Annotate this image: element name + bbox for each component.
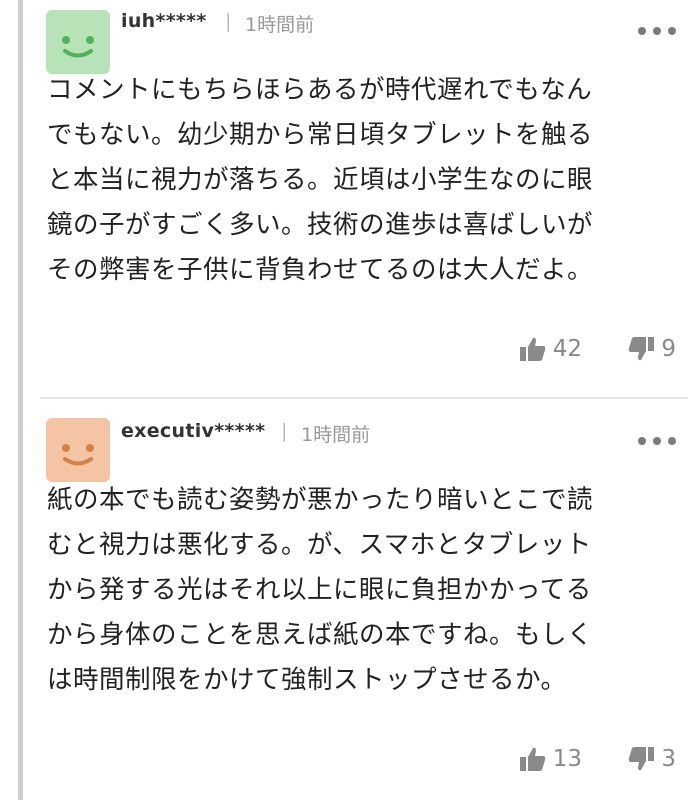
like-count: 13	[552, 746, 582, 772]
like-button[interactable]: 13	[519, 746, 582, 772]
more-options-button[interactable]	[638, 430, 678, 450]
comment-username[interactable]: iuh*****	[121, 10, 207, 32]
dislike-button[interactable]: 9	[627, 336, 676, 362]
comment-timestamp: 1時間前	[245, 14, 315, 36]
dislike-count: 3	[661, 746, 676, 772]
thumbs-down-icon	[629, 337, 655, 361]
avatar[interactable]	[46, 10, 110, 74]
comment-divider	[40, 397, 688, 399]
avatar[interactable]	[46, 418, 110, 482]
meta-separator: |	[225, 10, 232, 32]
more-dots-icon	[638, 437, 646, 445]
smiley-face-icon	[62, 36, 94, 58]
like-count: 42	[552, 336, 582, 362]
comment-body: コメントにもちらほらあるが時代遅れでもなん でもない。幼少期から常日頃タブレット…	[47, 75, 594, 285]
thumbs-up-icon	[519, 337, 546, 361]
smiley-face-icon	[62, 444, 94, 466]
dislike-count: 9	[661, 336, 676, 362]
thumbs-up-icon	[519, 747, 546, 771]
comment-timestamp: 1時間前	[301, 424, 371, 446]
like-button[interactable]: 42	[519, 336, 582, 362]
thumbs-down-icon	[629, 747, 655, 771]
comment-item: iuh***** | 1時間前 コメントにもちらほらあるが時代遅れでもなん でも…	[23, 0, 688, 398]
comment-item: executiv***** | 1時間前 紙の本でも読む姿勢が悪かったり暗いとこ…	[23, 400, 688, 800]
dislike-button[interactable]: 3	[627, 746, 676, 772]
more-options-button[interactable]	[638, 20, 678, 40]
meta-separator: |	[281, 420, 288, 442]
comment-username[interactable]: executiv*****	[121, 420, 265, 442]
more-dots-icon	[638, 27, 646, 35]
comment-body: 紙の本でも読む姿勢が悪かったり暗いとこで読 むと視力は悪化する。が、スマホとタブ…	[47, 485, 594, 695]
